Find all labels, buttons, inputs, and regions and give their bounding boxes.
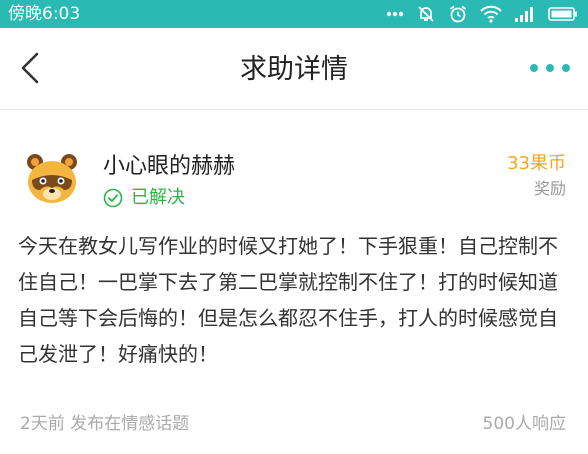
solved-status: 已解决 xyxy=(103,186,185,210)
check-circle-icon xyxy=(103,188,123,208)
post-content: 今天在教女儿写作业的时候又打她了！下手狠重！自己控制不住自己！一巴掌下去了第二巴… xyxy=(18,234,558,366)
solved-label: 已解决 xyxy=(131,187,185,208)
raccoon-avatar-icon xyxy=(27,154,77,203)
reward-amount: 33果币 xyxy=(507,153,566,174)
more-dots-icon xyxy=(530,64,538,72)
posted-info: 2天前 发布在情感话题 xyxy=(20,414,190,434)
more-dot xyxy=(546,64,554,72)
more-dot xyxy=(562,64,570,72)
reward-label: 奖励 xyxy=(533,179,566,198)
response-count: 500人响应 xyxy=(482,414,566,434)
mute-icon xyxy=(418,6,434,22)
wifi-icon xyxy=(480,5,502,23)
status-bar: 傍晚6:03 xyxy=(0,0,588,28)
page-title: 求助详情 xyxy=(240,54,348,85)
dots-icon xyxy=(386,11,404,17)
status-icons xyxy=(386,3,578,25)
status-time: 傍晚6:03 xyxy=(8,4,81,24)
alarm-icon xyxy=(449,5,467,23)
avatar[interactable] xyxy=(24,150,80,206)
battery-icon xyxy=(548,7,577,21)
signal-icon xyxy=(515,7,533,22)
username[interactable]: 小心眼的赫赫 xyxy=(103,152,235,182)
more-button[interactable] xyxy=(530,58,570,78)
nav-bar: 求助详情 xyxy=(0,28,588,110)
